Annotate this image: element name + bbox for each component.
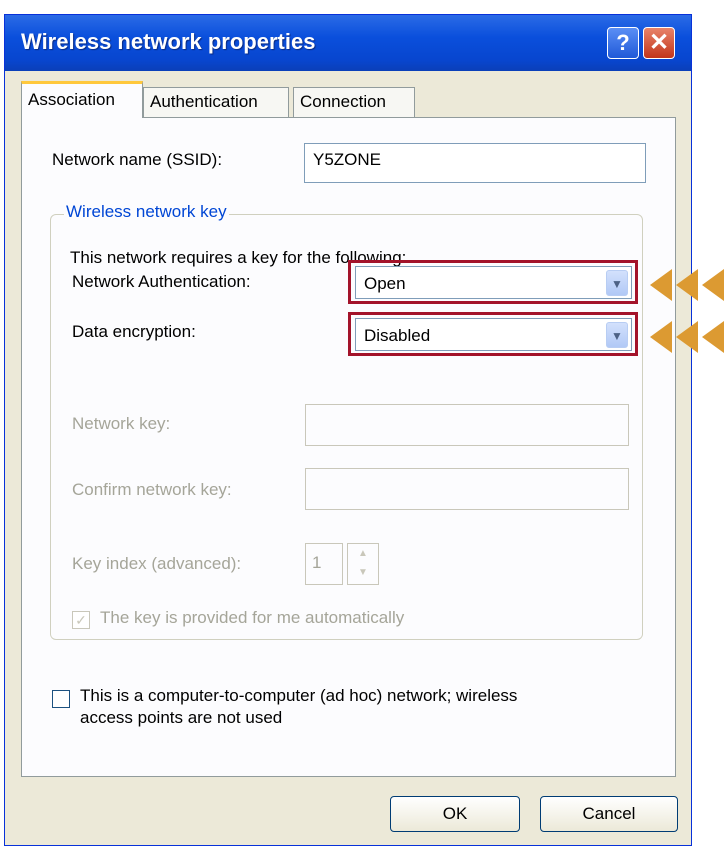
network-key-input[interactable] bbox=[305, 404, 629, 446]
auth-label: Network Authentication: bbox=[72, 272, 251, 291]
annotation-arrow-icon bbox=[650, 269, 672, 301]
annotation-arrow-icon bbox=[650, 321, 672, 353]
confirm-key-input[interactable] bbox=[305, 468, 629, 510]
network-key-label: Network key: bbox=[72, 414, 171, 433]
adhoc-label-line1: This is a computer-to-computer (ad hoc) … bbox=[80, 686, 518, 705]
chevron-down-icon[interactable]: ▼ bbox=[606, 270, 628, 296]
tab-authentication[interactable]: Authentication bbox=[143, 87, 289, 117]
tab-association[interactable]: Association bbox=[21, 81, 143, 118]
ssid-label: Network name (SSID): bbox=[52, 150, 223, 169]
key-index-value: 1 bbox=[305, 543, 343, 585]
encryption-select-value: Disabled bbox=[364, 326, 431, 345]
spinner-arrows-icon[interactable]: ▲ ▼ bbox=[347, 543, 379, 585]
chevron-down-icon[interactable]: ▼ bbox=[606, 322, 628, 348]
ok-button[interactable]: OK bbox=[390, 796, 520, 832]
tab-connection[interactable]: Connection bbox=[293, 87, 415, 117]
key-index-label: Key index (advanced): bbox=[72, 554, 242, 573]
cancel-button[interactable]: Cancel bbox=[540, 796, 678, 832]
annotation-arrow-icon bbox=[702, 269, 724, 301]
window-title: Wireless network properties bbox=[21, 29, 316, 54]
auto-key-checkbox[interactable]: ✓ bbox=[72, 611, 90, 629]
ssid-input[interactable]: Y5ZONE bbox=[304, 143, 646, 183]
encryption-select[interactable]: Disabled ▼ bbox=[355, 318, 632, 351]
title-bar[interactable]: Wireless network properties ? ✕ bbox=[5, 15, 691, 71]
auth-select[interactable]: Open ▼ bbox=[355, 266, 632, 299]
confirm-key-label: Confirm network key: bbox=[72, 480, 232, 499]
key-index-spinner[interactable]: 1 ▲ ▼ bbox=[305, 543, 383, 585]
wireless-key-group-title: Wireless network key bbox=[64, 202, 229, 222]
annotation-arrow-icon bbox=[676, 321, 698, 353]
annotation-arrow-icon bbox=[676, 269, 698, 301]
auth-select-value: Open bbox=[364, 274, 406, 293]
close-button[interactable]: ✕ bbox=[643, 27, 675, 59]
adhoc-checkbox[interactable] bbox=[52, 690, 70, 708]
encryption-label: Data encryption: bbox=[72, 322, 196, 341]
adhoc-label-line2: access points are not used bbox=[80, 708, 283, 727]
auto-key-label: The key is provided for me automatically bbox=[100, 608, 405, 627]
annotation-arrow-icon bbox=[702, 321, 724, 353]
help-button[interactable]: ? bbox=[607, 27, 639, 59]
